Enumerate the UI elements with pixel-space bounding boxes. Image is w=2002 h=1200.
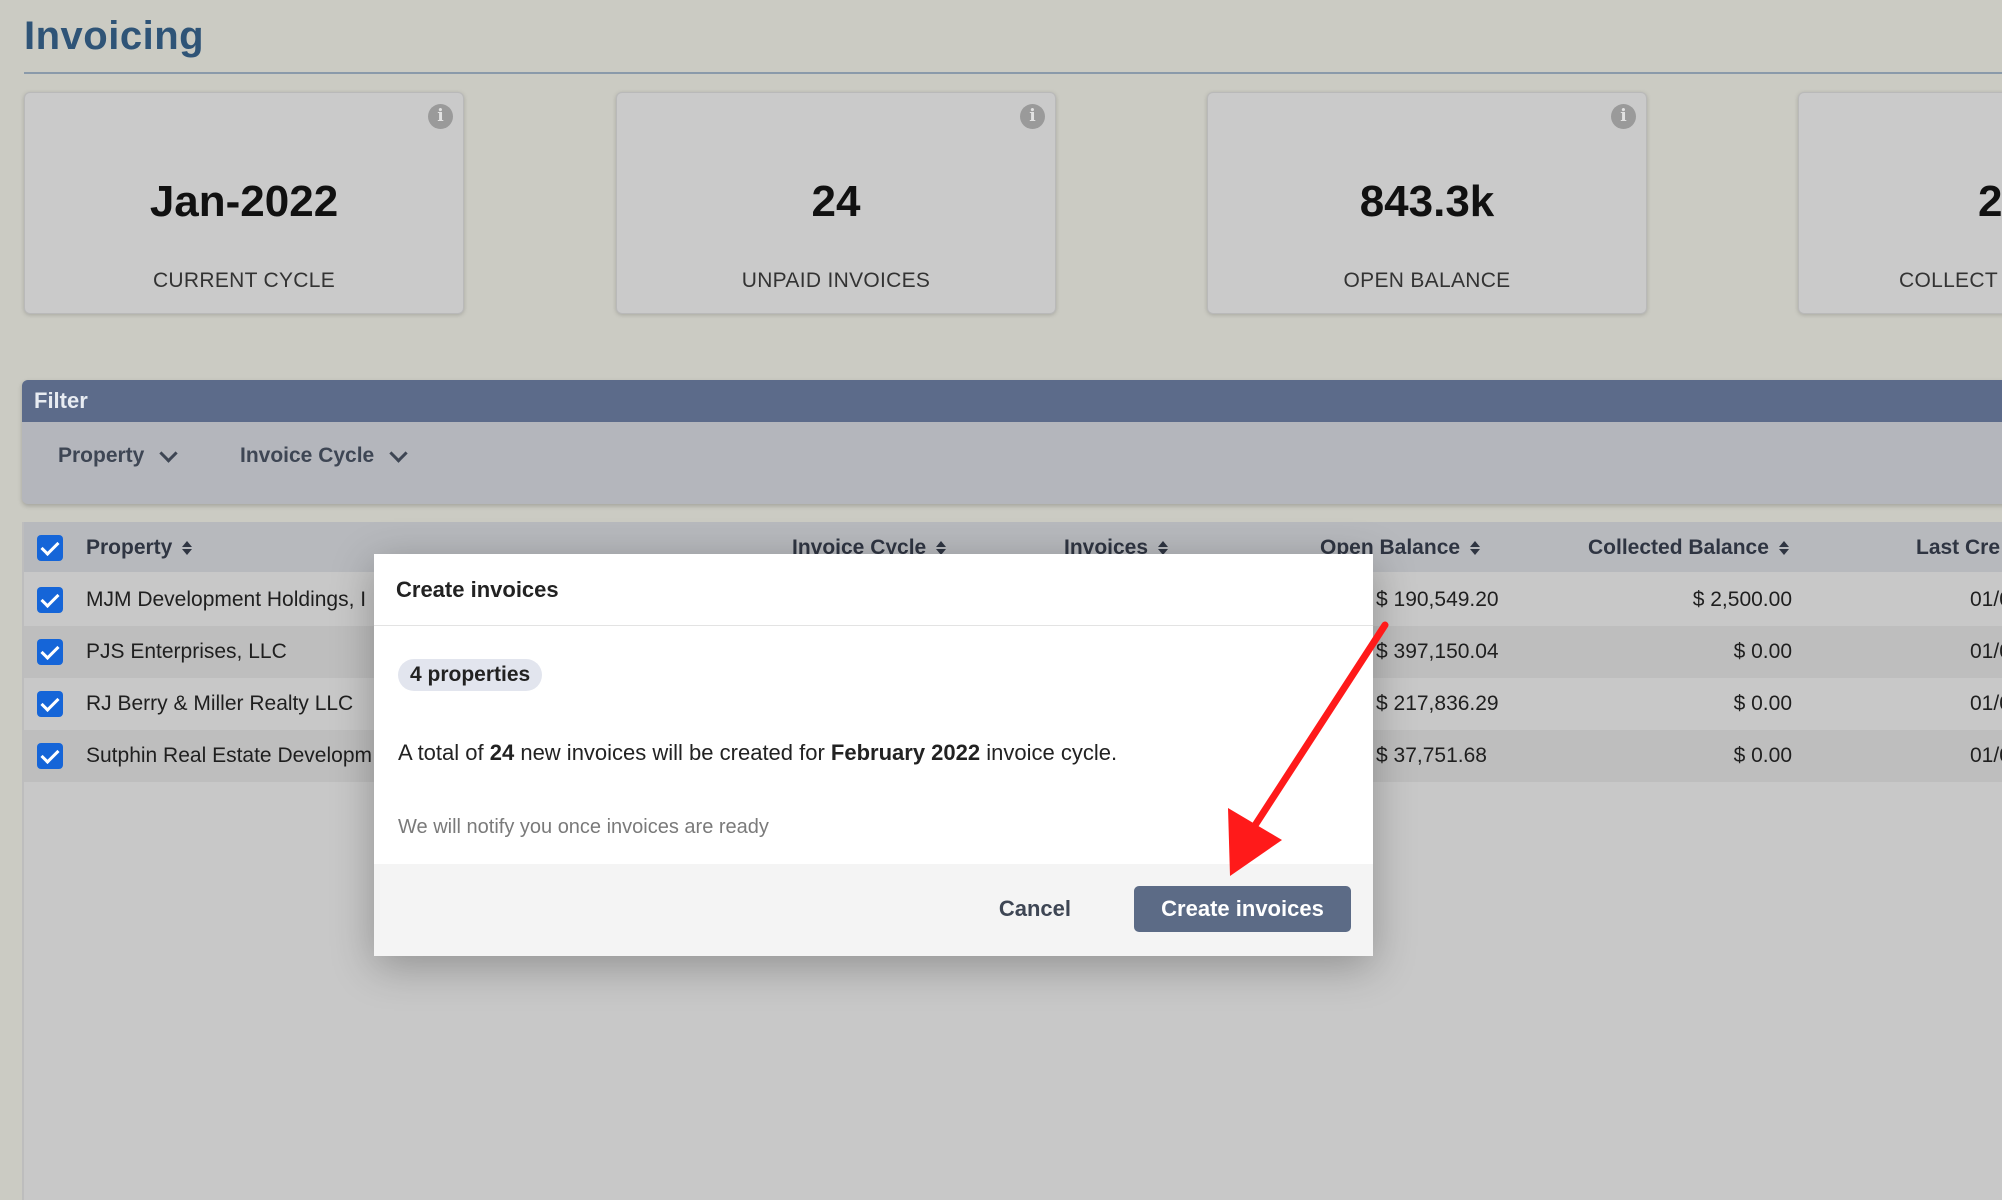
cancel-button[interactable]: Cancel [989,890,1081,928]
invoice-count: 24 [489,740,515,765]
column-header-collected-balance[interactable]: Collected Balance [1588,536,1789,560]
stat-card-collected: 2 COLLECT [1798,92,2002,314]
stat-card-unpaid-invoices: i 24 UNPAID INVOICES [616,92,1056,314]
last-created-cell: 01/0 [1970,588,2002,611]
property-cell: MJM Development Holdings, I [86,588,367,611]
create-invoices-button[interactable]: Create invoices [1134,886,1351,932]
row-checkbox[interactable] [37,639,63,665]
stat-label: UNPAID INVOICES [741,269,931,292]
dialog-footer: Cancel Create invoices [374,864,1373,956]
stat-value: Jan-2022 [149,177,339,226]
property-cell: Sutphin Real Estate Developm [86,744,372,767]
column-header-property[interactable]: Property [86,536,193,560]
create-invoices-dialog: Create invoices 4 properties A total of … [374,554,1373,956]
collected-balance-cell: $ 0.00 [1733,692,1792,715]
sort-icon [1158,541,1169,555]
invoice-cycle-filter-dropdown[interactable]: Invoice Cycle [240,443,408,468]
property-filter-dropdown[interactable]: Property [58,443,179,468]
property-cell: RJ Berry & Miller Realty LLC [86,692,354,715]
filter-panel: Filter Property Invoice Cycle [22,380,2002,504]
collected-balance-cell: $ 0.00 [1733,640,1792,663]
invoice-cycle-filter-label: Invoice Cycle [240,444,375,467]
dialog-title: Create invoices [374,554,1373,626]
stat-value: 2 [1978,177,2002,226]
collected-balance-cell: $ 0.00 [1733,744,1792,767]
stat-card-current-cycle: i Jan-2022 CURRENT CYCLE [24,92,464,314]
stat-label: CURRENT CYCLE [152,269,336,292]
chevron-down-icon [159,443,179,463]
property-filter-label: Property [58,444,145,467]
stat-value: 843.3k [1359,177,1495,226]
last-created-cell: 01/0 [1970,744,2002,767]
dialog-note: We will notify you once invoices are rea… [398,816,769,838]
property-cell: PJS Enterprises, LLC [86,640,287,663]
open-balance-cell: $ 37,751.68 [1376,744,1487,767]
chevron-down-icon [389,443,408,463]
stat-card-open-balance: i 843.3k OPEN BALANCE [1207,92,1647,314]
collected-balance-cell: $ 2,500.00 [1692,588,1792,611]
stat-label: OPEN BALANCE [1343,269,1511,292]
page-title: Invoicing [24,14,205,58]
info-icon[interactable]: i [1611,104,1636,129]
row-checkbox[interactable] [37,587,63,613]
select-all-checkbox[interactable] [37,535,63,561]
sort-icon [182,541,193,555]
last-created-cell: 01/0 [1970,640,2002,663]
info-icon[interactable]: i [428,104,453,129]
info-icon[interactable]: i [1020,104,1045,129]
last-created-cell: 01/0 [1970,692,2002,715]
filter-title: Filter [22,380,2002,422]
sort-icon [1470,541,1481,555]
open-balance-cell: $ 190,549.20 [1376,588,1499,611]
row-checkbox[interactable] [37,743,63,769]
stat-label: COLLECT [1899,269,1998,292]
row-checkbox[interactable] [37,691,63,717]
stat-value: 24 [811,177,861,226]
invoice-cycle-name: February 2022 [830,740,981,765]
open-balance-cell: $ 397,150.04 [1376,640,1499,663]
dialog-summary: A total of 24 new invoices will be creat… [398,740,1118,765]
title-divider [24,72,2002,74]
open-balance-cell: $ 217,836.29 [1376,692,1499,715]
column-header-last-created[interactable]: Last Cre [1916,536,2000,560]
properties-count-badge: 4 properties [398,659,543,691]
sort-icon [936,541,947,555]
sort-icon [1778,541,1789,555]
